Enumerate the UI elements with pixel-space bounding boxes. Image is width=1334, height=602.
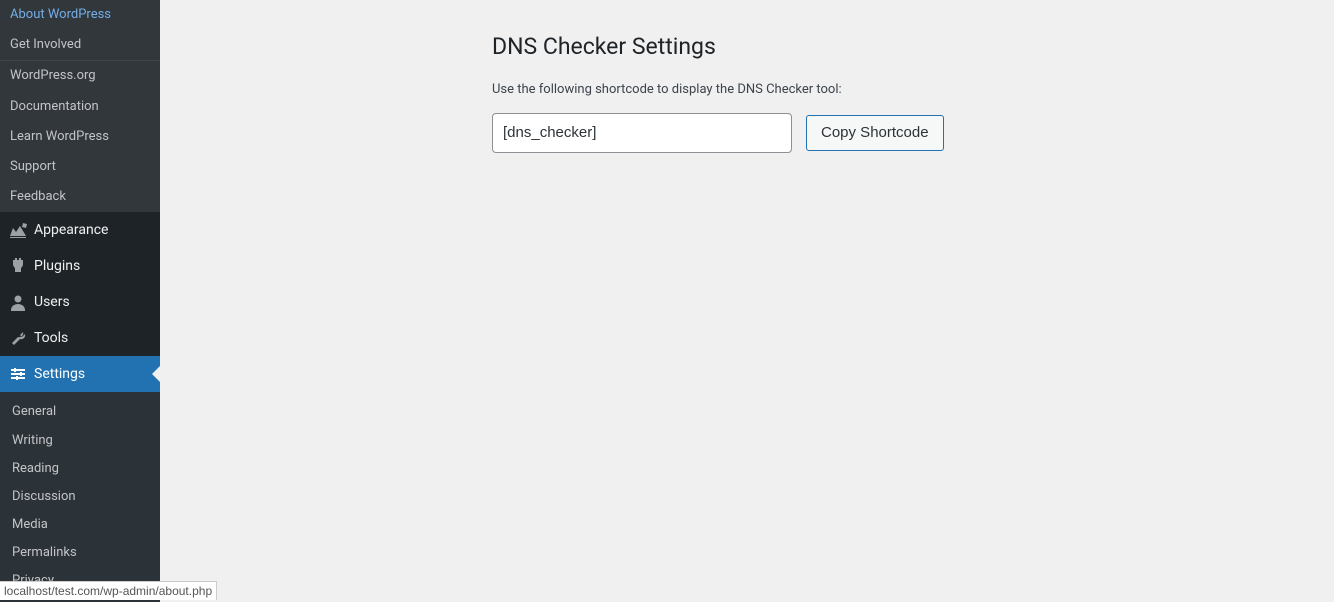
main-content: DNS Checker Settings Use the following s… (180, 0, 1334, 173)
sidebar-link-learn-wordpress[interactable]: Learn WordPress (0, 122, 160, 152)
sidebar-link-get-involved[interactable]: Get Involved (0, 30, 160, 60)
menu-users[interactable]: Users (0, 284, 160, 320)
menu-tools[interactable]: Tools (0, 320, 160, 356)
menu-label: Tools (34, 329, 68, 347)
shortcode-row: Copy Shortcode (492, 113, 1314, 153)
shortcode-input[interactable] (492, 113, 792, 153)
settings-icon (8, 364, 28, 384)
submenu-discussion[interactable]: Discussion (0, 483, 160, 511)
settings-submenu: General Writing Reading Discussion Media… (0, 392, 160, 601)
sidebar-link-support[interactable]: Support (0, 152, 160, 182)
menu-appearance[interactable]: Appearance (0, 212, 160, 248)
intro-text: Use the following shortcode to display t… (492, 82, 1314, 97)
sidebar-link-about-wordpress[interactable]: About WordPress (0, 0, 160, 30)
status-bar-url: localhost/test.com/wp-admin/about.php (0, 581, 217, 600)
sidebar-link-documentation[interactable]: Documentation (0, 92, 160, 122)
menu-plugins[interactable]: Plugins (0, 248, 160, 284)
submenu-general[interactable]: General (0, 398, 160, 426)
menu-label: Appearance (34, 221, 108, 239)
menu-settings[interactable]: Settings (0, 356, 160, 392)
appearance-icon (8, 220, 28, 240)
sidebar-top-section: About WordPress Get Involved WordPress.o… (0, 0, 160, 212)
tools-icon (8, 328, 28, 348)
submenu-media[interactable]: Media (0, 511, 160, 539)
page-title: DNS Checker Settings (492, 32, 1314, 62)
users-icon (8, 292, 28, 312)
menu-label: Plugins (34, 257, 80, 275)
plugins-icon (8, 256, 28, 276)
menu-label: Users (34, 293, 70, 311)
submenu-permalinks[interactable]: Permalinks (0, 539, 160, 567)
submenu-writing[interactable]: Writing (0, 427, 160, 455)
content-inner: DNS Checker Settings Use the following s… (200, 20, 1314, 153)
submenu-reading[interactable]: Reading (0, 455, 160, 483)
copy-shortcode-button[interactable]: Copy Shortcode (806, 115, 944, 151)
sidebar-link-wordpress-org[interactable]: WordPress.org (0, 61, 160, 91)
sidebar-link-feedback[interactable]: Feedback (0, 182, 160, 212)
menu-label: Settings (34, 365, 85, 383)
admin-sidebar: About WordPress Get Involved WordPress.o… (0, 0, 160, 600)
